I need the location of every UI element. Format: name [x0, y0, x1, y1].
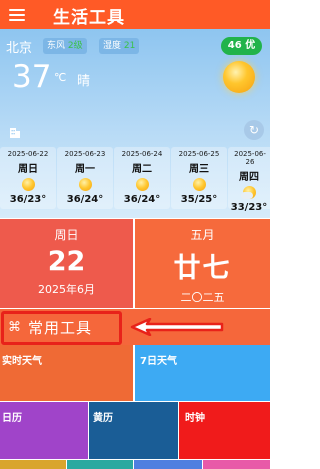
lunar-month: 五月 [190, 228, 215, 242]
forecast-weekday: 周一 [75, 164, 95, 175]
sunny-icon [21, 178, 35, 191]
common-tools-header: ⌘ 常用工具 [0, 309, 270, 345]
lunar-day: 廿七 [173, 253, 232, 284]
tool-7day-weather[interactable]: 7日天气 [135, 345, 270, 401]
forecast-date: 2025-06-24 [121, 150, 163, 158]
sun-icon [223, 61, 255, 93]
section-title: 常用工具 [28, 319, 93, 337]
command-icon: ⌘ [8, 320, 21, 335]
tool-calendar[interactable]: 日历 [0, 402, 88, 459]
solar-date-card[interactable]: 周日 22 2025年6月 [0, 219, 133, 308]
app-bar: 生活工具 [0, 0, 270, 29]
tool-label: 日历 [2, 413, 22, 424]
weather-condition: 晴 [77, 74, 91, 89]
refresh-icon[interactable]: ↻ [244, 120, 264, 140]
tool-label: 7日天气 [140, 356, 177, 367]
forecast-weekday: 周二 [132, 164, 152, 175]
forecast-date: 2025-06-22 [7, 150, 49, 158]
tool-tile-partial[interactable] [67, 460, 133, 469]
forecast-temp: 36/23° [9, 194, 47, 205]
forecast-weekday: 周三 [189, 164, 209, 175]
humidity-label: 湿度 [103, 41, 122, 51]
lunar-year: 二〇二五 [180, 291, 225, 304]
weather-panel[interactable]: 北京 东风 2级 湿度 21 46 优 37 ℃ 晴 ↻ 2025-06-22 … [0, 29, 270, 218]
tool-almanac[interactable]: 黄历 [89, 402, 178, 459]
forecast-day[interactable]: 2025-06-24 周二 36/24° [114, 147, 170, 209]
forecast-day[interactable]: 2025-06-22 周日 36/23° [0, 147, 56, 209]
lunar-date-card[interactable]: 五月 廿七 二〇二五 [135, 219, 270, 308]
tool-tile-partial[interactable] [0, 460, 66, 469]
tool-clock[interactable]: 时钟 [179, 402, 270, 459]
forecast-weekday: 周日 [18, 164, 38, 175]
forecast-temp: 36/24° [123, 194, 161, 205]
forecast-weekday: 周四 [239, 172, 259, 183]
forecast-date: 2025-06-23 [64, 150, 106, 158]
forecast-temp: 33/23° [230, 202, 268, 213]
sunny-icon [78, 178, 92, 191]
tool-label: 实时天气 [2, 356, 42, 367]
wind-level: 2级 [67, 41, 83, 51]
tool-label: 黄历 [93, 413, 113, 424]
current-temperature: 37 [12, 59, 52, 95]
tool-tile-partial[interactable] [134, 460, 202, 469]
forecast-day[interactable]: 2025-06-25 周三 35/25° [171, 147, 227, 209]
forecast-temp: 36/24° [66, 194, 104, 205]
sunny-icon [192, 178, 206, 191]
tool-label: 时钟 [185, 413, 205, 424]
forecast-temp: 35/25° [180, 194, 218, 205]
tool-tile-partial[interactable] [203, 460, 270, 469]
humidity-chip: 湿度 21 [99, 38, 140, 54]
temperature-unit: ℃ [54, 71, 67, 84]
wind-chip: 东风 2级 [43, 38, 87, 54]
wind-label: 东风 [47, 41, 66, 51]
solar-month-year: 2025年6月 [38, 283, 95, 296]
forecast-date: 2025-06-25 [178, 150, 220, 158]
humidity-value: 21 [123, 41, 136, 51]
city-name[interactable]: 北京 [6, 37, 32, 56]
sunny-icon [135, 178, 149, 191]
forecast-day[interactable]: 2025-06-26 周四 33/23° [228, 147, 270, 213]
building-icon [10, 128, 20, 138]
arrow-icon [130, 318, 224, 336]
app-title: 生活工具 [53, 8, 125, 28]
menu-icon[interactable] [9, 9, 25, 21]
forecast-date: 2025-06-26 [234, 150, 266, 166]
solar-weekday: 周日 [54, 228, 79, 242]
partly-cloudy-icon [240, 186, 256, 199]
solar-day: 22 [47, 246, 86, 277]
aqi-badge[interactable]: 46 优 [221, 37, 262, 55]
forecast-day[interactable]: 2025-06-23 周一 36/24° [57, 147, 113, 209]
tool-realtime-weather[interactable]: 实时天气 [0, 345, 133, 401]
